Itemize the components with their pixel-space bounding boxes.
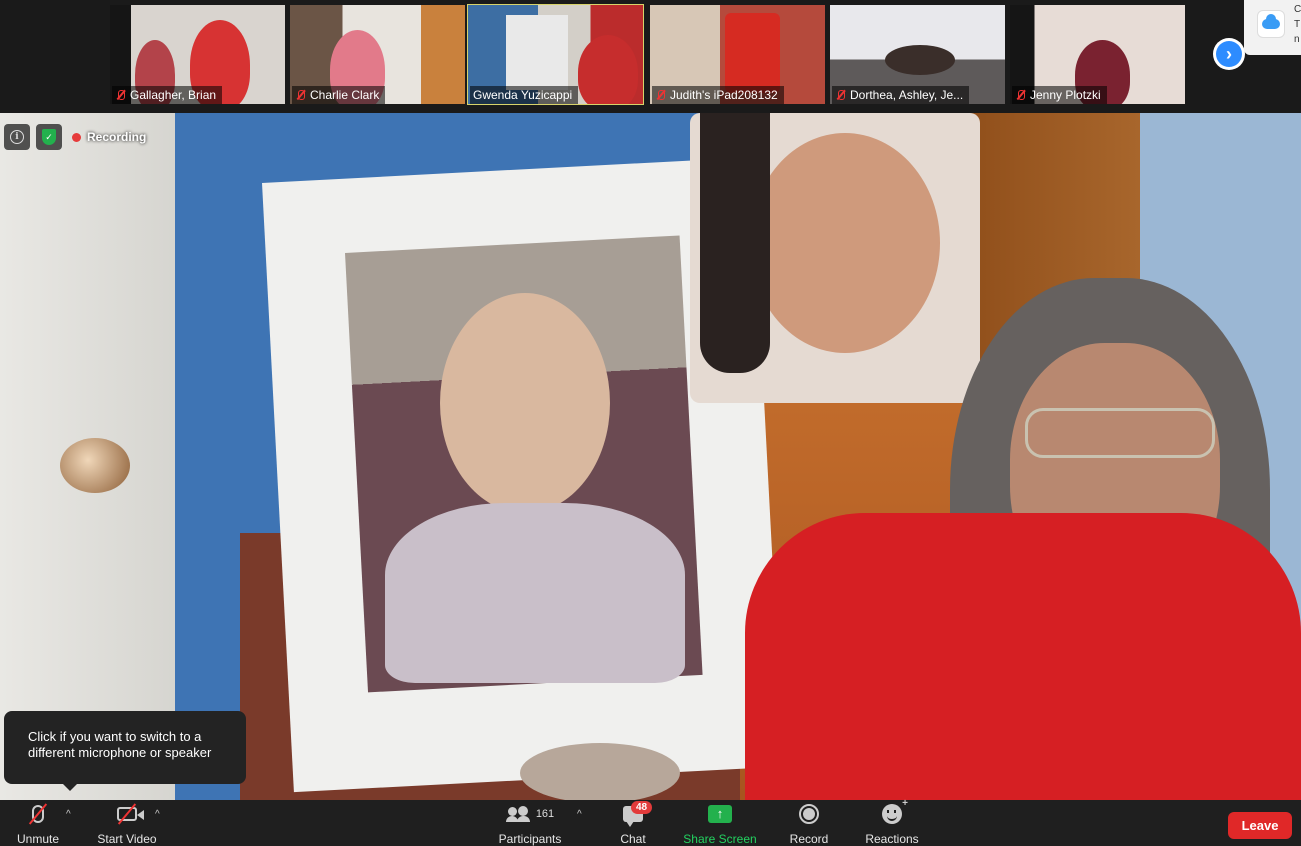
participant-figure: [578, 35, 638, 104]
chat-button[interactable]: 48 Chat: [616, 800, 653, 846]
notification-line: T: [1294, 19, 1301, 30]
start-video-label: Start Video: [97, 832, 157, 846]
portrait-face: [440, 293, 610, 513]
participant-name: Gallagher, Brian: [130, 88, 217, 102]
portrait-shirt: [385, 503, 685, 683]
participant-name-tag: Judith's iPad208132: [652, 86, 784, 104]
shield-check-icon: ✓: [42, 129, 56, 145]
red-dress: [725, 13, 780, 93]
red-shirt: [745, 513, 1301, 800]
notification-popup[interactable]: C T n: [1244, 0, 1301, 55]
meeting-info-button[interactable]: i: [4, 124, 30, 150]
participant-thumbnail[interactable]: Gallagher, Brian: [110, 5, 285, 104]
participants-label: Participants: [498, 832, 562, 846]
unmute-label: Unmute: [16, 832, 60, 846]
record-label: Record: [789, 832, 829, 846]
participant-name-tag: Gallagher, Brian: [112, 86, 223, 104]
reactions-smile-icon: +: [882, 798, 908, 827]
recording-label: Recording: [87, 130, 147, 144]
portrait-frame: [506, 15, 568, 90]
participant-name-tag: Charlie Clark: [292, 86, 386, 104]
participant-filmstrip: Gallagher, Brian Charlie Clark Gwenda Yu…: [0, 0, 1301, 113]
video-off-icon: [110, 800, 144, 827]
pillow-face: [750, 133, 940, 353]
next-page-button[interactable]: ›: [1213, 38, 1245, 70]
video-options-caret-icon[interactable]: ^: [155, 809, 160, 820]
chat-icon: 48: [618, 800, 653, 827]
muted-mic-icon: [835, 89, 846, 101]
pillow-hair: [700, 113, 770, 373]
participant-name: Charlie Clark: [310, 88, 380, 102]
participant-thumbnail[interactable]: Jenny Plotzki: [1010, 5, 1185, 104]
audio-options-caret-icon[interactable]: ^: [66, 809, 71, 820]
share-screen-label: Share Screen: [683, 832, 757, 846]
participant-name: Jenny Plotzki: [1030, 88, 1101, 102]
participants-count: 161: [535, 807, 555, 820]
participant-thumbnail[interactable]: Dorthea, Ashley, Je...: [830, 5, 1005, 104]
participants-button[interactable]: 161 Participants: [494, 800, 566, 846]
recording-indicator: Recording: [72, 130, 146, 144]
start-video-button[interactable]: Start Video: [93, 800, 161, 846]
eyeglasses: [1025, 408, 1215, 458]
participant-name-tag: Gwenda Yuzicappi: [470, 86, 579, 104]
participant-thumbnail-active[interactable]: Gwenda Yuzicappi: [467, 4, 644, 105]
reactions-button[interactable]: + Reactions: [862, 798, 922, 846]
chat-label: Chat: [620, 832, 646, 846]
participants-options-caret-icon[interactable]: ^: [577, 809, 582, 820]
share-screen-icon: ↑: [708, 800, 732, 827]
active-speaker-video: [0, 113, 1301, 800]
muted-mic-icon: [295, 89, 306, 101]
muted-mic-icon: [655, 89, 666, 101]
abalone-shell: [520, 743, 680, 800]
participant-thumbnail[interactable]: Charlie Clark: [290, 5, 465, 104]
audio-tooltip: Click if you want to switch to a differe…: [4, 711, 246, 791]
door-knob: [60, 438, 130, 493]
chat-unread-badge: 48: [631, 801, 653, 814]
reactions-label: Reactions: [865, 832, 919, 846]
meeting-table: [885, 45, 955, 75]
participants-icon: 161: [505, 800, 555, 827]
icloud-icon: [1257, 10, 1285, 38]
record-button[interactable]: Record: [786, 800, 832, 846]
record-icon: [799, 800, 819, 827]
info-icon: i: [10, 130, 24, 144]
participant-name: Judith's iPad208132: [670, 88, 778, 102]
notification-line: n: [1294, 34, 1300, 45]
chevron-right-icon: ›: [1216, 41, 1242, 67]
security-button[interactable]: ✓: [36, 124, 62, 150]
participant-name-tag: Jenny Plotzki: [1012, 86, 1107, 104]
recording-dot-icon: [72, 132, 81, 142]
muted-mic-icon: [1015, 89, 1026, 101]
participant-thumbnail[interactable]: Judith's iPad208132: [650, 5, 825, 104]
meeting-status-icons: i ✓ Recording: [4, 124, 146, 150]
notification-text: C T n: [1294, 2, 1301, 47]
muted-mic-icon: [115, 89, 126, 101]
leave-button[interactable]: Leave: [1228, 812, 1292, 839]
meeting-toolbar: Unmute ^ Start Video ^ 161 Participants …: [0, 798, 1301, 846]
unmute-button[interactable]: Unmute: [14, 800, 62, 846]
participant-name: Gwenda Yuzicappi: [473, 88, 573, 102]
participant-name: Dorthea, Ashley, Je...: [850, 88, 964, 102]
mic-muted-icon: [23, 800, 53, 827]
participant-name-tag: Dorthea, Ashley, Je...: [832, 86, 970, 104]
tooltip-text: Click if you want to switch to a differe…: [28, 729, 212, 760]
notification-line: C: [1294, 4, 1301, 15]
share-screen-button[interactable]: ↑ Share Screen: [680, 800, 760, 846]
